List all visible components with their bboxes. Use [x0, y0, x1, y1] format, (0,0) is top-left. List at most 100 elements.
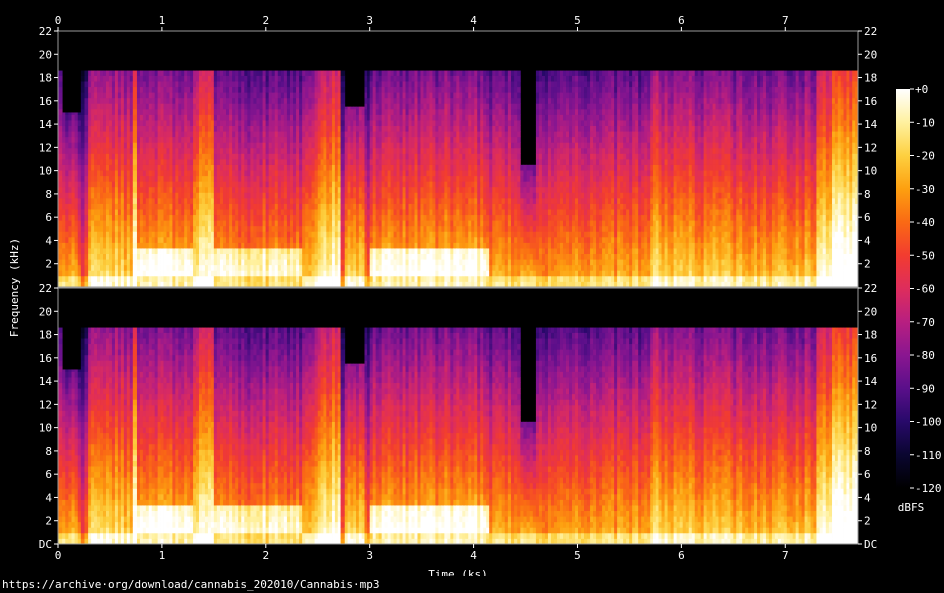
- spectro-cell: [444, 142, 448, 149]
- spectro-cell: [148, 270, 153, 277]
- spectro-cell: [219, 225, 224, 232]
- spectro-cell: [286, 70, 291, 76]
- spectro-cell: [108, 131, 113, 138]
- spectro-cell: [175, 203, 179, 210]
- spectro-cell: [106, 103, 110, 110]
- spectro-cell: [226, 225, 230, 232]
- spectro-cell: [157, 220, 161, 227]
- spectro-cell: [68, 159, 72, 165]
- spectro-cell: [250, 92, 254, 99]
- spectro-cell: [441, 225, 445, 232]
- spectro-cell: [184, 175, 188, 182]
- spectro-cell: [132, 231, 138, 238]
- spectro-cell: [238, 159, 242, 165]
- spectro-cell: [367, 186, 371, 193]
- spectro-cell: [58, 270, 63, 277]
- spectro-cell: [241, 259, 245, 266]
- spectro-cell: [169, 214, 173, 221]
- spectro-cell: [326, 220, 330, 227]
- spectro-cell: [77, 147, 82, 154]
- spectro-cell: [77, 225, 82, 232]
- spectro-cell: [444, 259, 448, 266]
- spectro-cell: [441, 248, 445, 255]
- spectro-cell: [390, 225, 394, 232]
- spectro-cell: [108, 220, 113, 227]
- spectro-cell: [163, 270, 167, 277]
- spectro-cell: [58, 170, 63, 177]
- spectro-cell: [106, 147, 110, 154]
- spectro-cell: [163, 142, 167, 149]
- spectro-cell: [367, 114, 371, 121]
- spectro-cell: [277, 275, 282, 282]
- spectro-cell: [250, 131, 254, 138]
- spectro-cell: [256, 220, 260, 227]
- spectro-cell: [311, 125, 316, 132]
- spectro-cell: [84, 114, 89, 121]
- spectro-cell: [226, 120, 230, 127]
- spectro-cell: [396, 175, 400, 182]
- spectro-cell: [361, 153, 365, 160]
- spectro-cell: [289, 270, 294, 277]
- spectro-cell: [253, 142, 257, 149]
- spectro-cell: [148, 153, 153, 160]
- spectro-cell: [256, 131, 260, 138]
- spectro-cell: [111, 97, 116, 104]
- spectro-cell: [213, 248, 218, 255]
- spectro-cell: [68, 147, 72, 154]
- spectro-cell: [286, 186, 291, 193]
- spectro-cell: [361, 197, 365, 204]
- spectro-cell: [435, 225, 439, 232]
- spectro-cell: [256, 142, 260, 149]
- spectro-cell: [402, 103, 406, 110]
- spectro-cell: [229, 264, 233, 271]
- spectro-cell: [184, 75, 188, 82]
- spectro-cell: [344, 225, 348, 232]
- spectro-cell: [229, 225, 233, 232]
- spectro-cell: [308, 181, 312, 188]
- spectro-cell: [256, 253, 260, 260]
- spectro-cell: [265, 81, 270, 88]
- spectro-cell: [244, 142, 248, 149]
- spectro-cell: [408, 153, 412, 160]
- spectro-cell: [378, 236, 383, 243]
- spectro-cell: [320, 270, 324, 277]
- spectro-cell: [320, 225, 324, 232]
- spectro-cell: [256, 75, 260, 82]
- spectro-cell: [280, 197, 285, 204]
- spectro-cell: [210, 86, 215, 93]
- spectro-cell: [361, 114, 365, 121]
- spectro-cell: [184, 248, 188, 255]
- spectro-cell: [337, 203, 341, 210]
- spectro-cell: [393, 147, 397, 154]
- spectro-cell: [226, 264, 230, 271]
- spectro-cell: [108, 236, 113, 243]
- spectro-cell: [432, 253, 436, 260]
- spectro-cell: [367, 214, 371, 221]
- spectro-cell: [235, 197, 239, 204]
- spectro-cell: [181, 131, 185, 138]
- spectro-cell: [213, 86, 218, 93]
- spectro-cell: [420, 159, 424, 165]
- spectro-cell: [139, 131, 144, 138]
- spectro-cell: [329, 120, 333, 127]
- spectro-cell: [358, 120, 363, 127]
- spectro-cell: [169, 114, 173, 121]
- spectro-cell: [163, 186, 167, 193]
- spectro-cell: [94, 192, 98, 199]
- spectro-cell: [157, 164, 161, 171]
- spectro-cell: [296, 242, 300, 249]
- spectro-cell: [423, 164, 427, 171]
- spectro-cell: [369, 192, 374, 199]
- spectro-cell: [250, 142, 254, 149]
- spectro-cell: [293, 192, 297, 199]
- spectro-cell: [172, 114, 176, 121]
- spectro-cell: [244, 92, 248, 99]
- spectro-cell: [393, 220, 397, 227]
- spectro-cell: [106, 92, 110, 99]
- spectro-cell: [106, 125, 110, 132]
- spectro-cell: [210, 75, 215, 82]
- spectro-cell: [323, 270, 327, 277]
- spectro-cell: [361, 106, 365, 110]
- spectro-cell: [317, 197, 321, 204]
- spectro-cell: [74, 270, 79, 277]
